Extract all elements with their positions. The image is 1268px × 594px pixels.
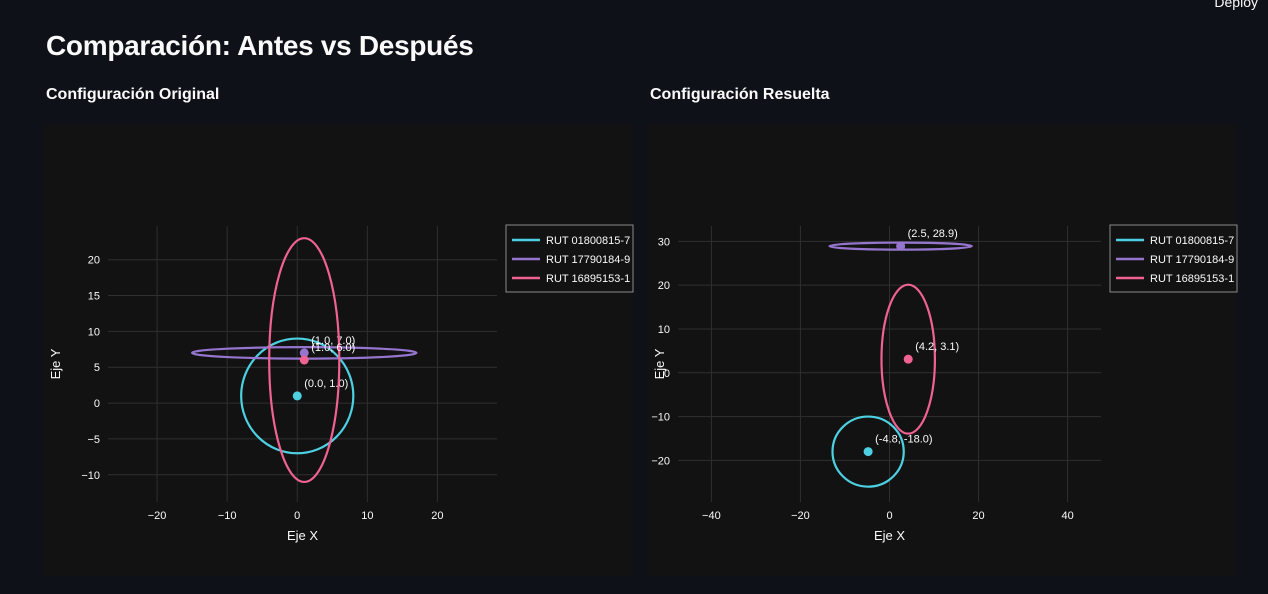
y-tick-label: 0 <box>94 398 100 410</box>
center-label: (-4.8, -18.0) <box>875 434 932 446</box>
x-axis-title: Eje X <box>874 528 905 543</box>
center-point[interactable] <box>863 447 873 457</box>
x-tick-label: −20 <box>148 510 167 522</box>
y-tick-label: 20 <box>658 280 670 292</box>
legend-entry[interactable]: RUT 16895153-1 <box>546 273 630 285</box>
right-chart-header: Configuración Resuelta <box>650 86 830 103</box>
x-tick-label: −20 <box>791 510 810 522</box>
y-tick-label: 10 <box>658 324 670 336</box>
y-tick-label: 20 <box>88 255 100 267</box>
legend-entry[interactable]: RUT 17790184-9 <box>546 254 630 266</box>
legend-entry[interactable]: RUT 01800815-7 <box>546 235 630 247</box>
x-tick-label: 0 <box>886 510 892 522</box>
y-tick-label: −5 <box>87 434 100 446</box>
center-label: (1.0, 6.0) <box>311 342 355 354</box>
x-tick-label: 20 <box>431 510 443 522</box>
y-tick-label: −10 <box>651 412 670 424</box>
x-tick-label: −40 <box>702 510 721 522</box>
x-tick-label: 40 <box>1061 510 1073 522</box>
legend-entry[interactable]: RUT 17790184-9 <box>1150 254 1234 266</box>
x-tick-label: 0 <box>294 510 300 522</box>
x-tick-label: 20 <box>972 510 984 522</box>
center-point[interactable] <box>903 354 913 364</box>
deploy-button[interactable]: Deploy <box>1214 0 1258 10</box>
center-label: (0.0, 1.0) <box>304 378 348 390</box>
original-chart-panel[interactable]: −20 −10 0 10 20 −10 −5 0 5 10 15 20 Eje X Eje Y (0.0, … <box>44 124 634 576</box>
x-tick-label: 10 <box>361 510 373 522</box>
center-point[interactable] <box>292 391 302 401</box>
left-chart-header: Configuración Original <box>46 86 220 103</box>
y-axis-title: Eje Y <box>48 348 63 379</box>
legend-entry[interactable]: RUT 01800815-7 <box>1150 235 1234 247</box>
y-tick-label: 5 <box>94 362 100 374</box>
center-label: (2.5, 28.9) <box>908 228 958 240</box>
legend-entry[interactable]: RUT 16895153-1 <box>1150 273 1234 285</box>
y-tick-label: −20 <box>651 455 670 467</box>
y-tick-label: −10 <box>81 470 100 482</box>
x-axis-title: Eje X <box>287 528 318 543</box>
y-tick-label: 30 <box>658 236 670 248</box>
center-label: (4.2, 3.1) <box>915 341 959 353</box>
page-title: Comparación: Antes vs Después <box>46 30 474 61</box>
original-chart[interactable]: −20 −10 0 10 20 −10 −5 0 5 10 15 20 Eje X Eje Y (0.0, … <box>44 124 634 576</box>
resolved-chart-panel[interactable]: −40 −20 0 20 40 −20 −10 0 10 20 30 Eje X Eje Y (-4.8,… <box>648 124 1238 576</box>
resolved-chart[interactable]: −40 −20 0 20 40−20−100102030Eje XEje Y(-4.8,… <box>648 124 1238 576</box>
x-tick-label: −10 <box>218 510 237 522</box>
center-point[interactable] <box>299 355 309 365</box>
y-tick-label: 10 <box>88 326 100 338</box>
center-point[interactable] <box>896 241 906 251</box>
y-tick-label: 15 <box>88 291 100 303</box>
y-axis-title: Eje Y <box>652 348 667 379</box>
